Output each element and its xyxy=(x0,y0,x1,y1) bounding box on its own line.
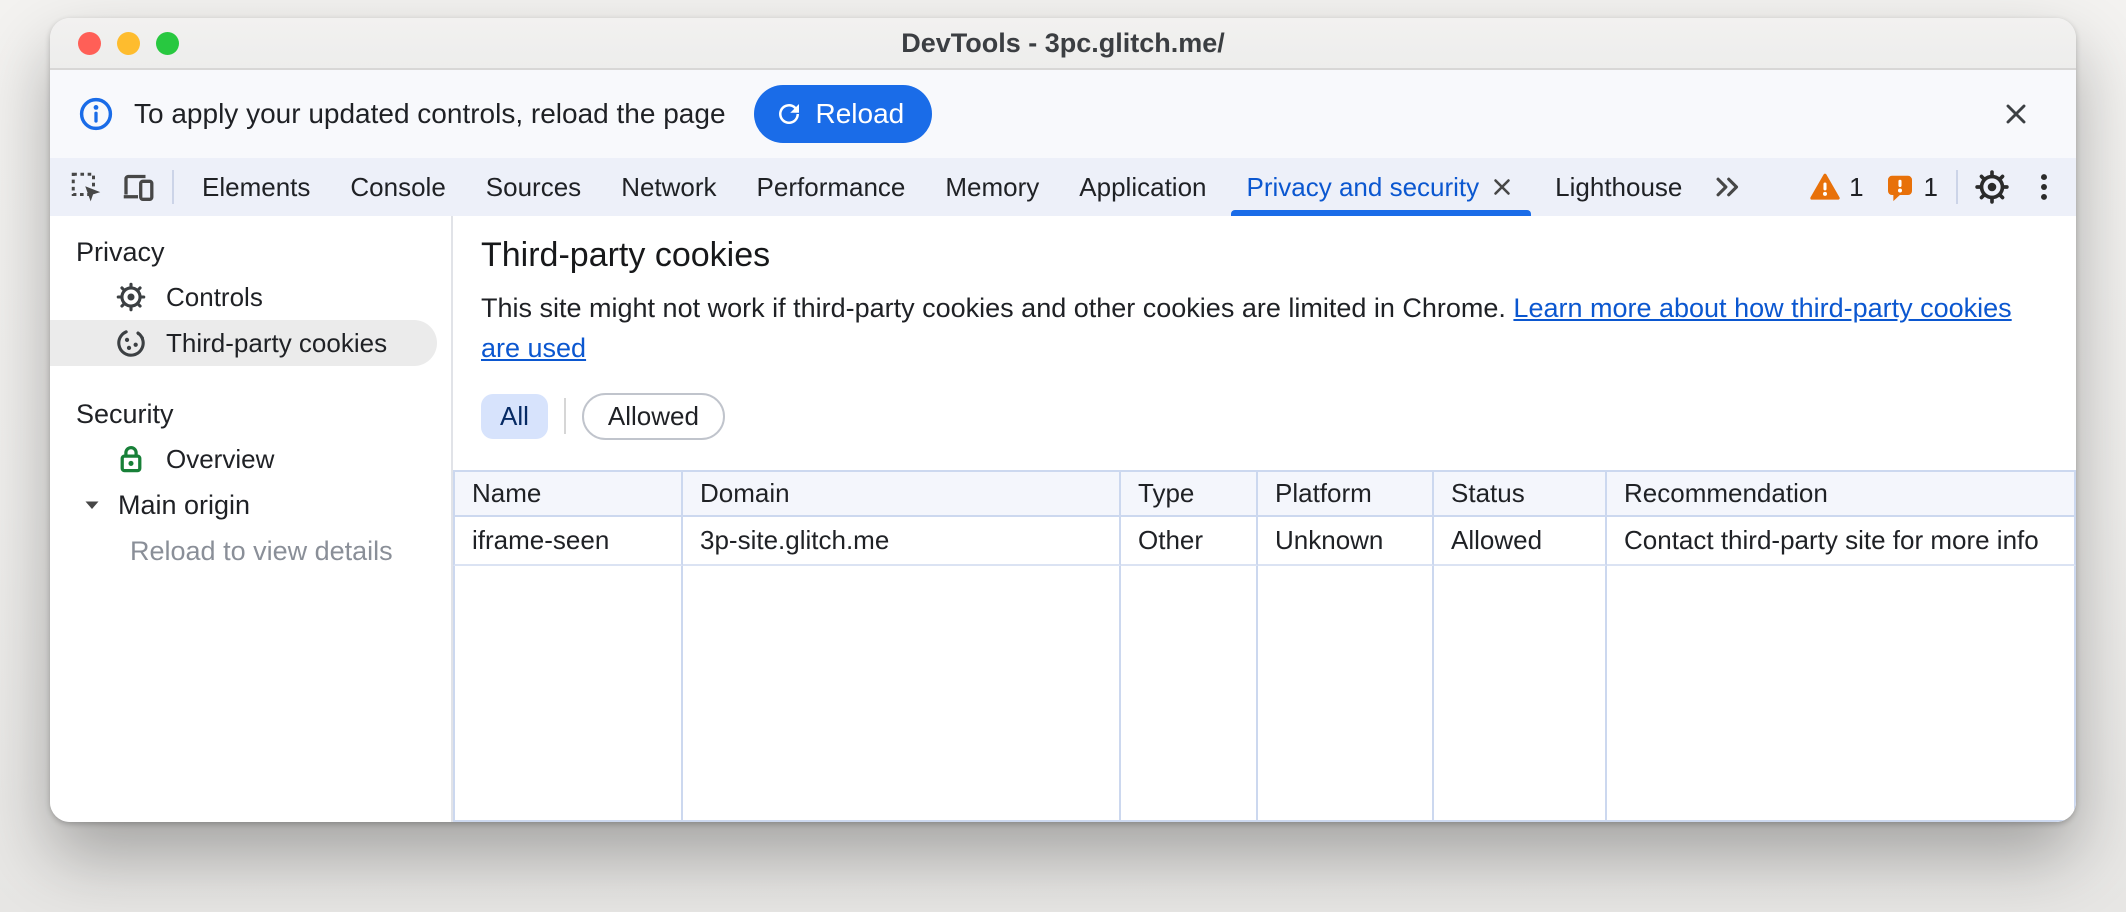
column-header-name: Name xyxy=(453,470,683,517)
sidebar-item-controls[interactable]: Controls xyxy=(50,274,451,320)
table-filler-cell xyxy=(1434,566,1607,822)
kebab-menu-icon xyxy=(2027,170,2061,204)
chip-divider xyxy=(564,398,566,434)
filter-chips: All Allowed xyxy=(481,392,2048,440)
table-filler-cell xyxy=(453,566,683,822)
reload-icon xyxy=(774,99,804,129)
tab-memory[interactable]: Memory xyxy=(925,158,1059,216)
privacy-sidebar: Privacy Controls Third-party cookies Sec… xyxy=(50,216,453,822)
table-cell-status[interactable]: Allowed xyxy=(1434,517,1607,566)
reload-to-view-details-note: Reload to view details xyxy=(50,528,451,574)
gear-icon xyxy=(1973,168,2011,206)
tab-lighthouse[interactable]: Lighthouse xyxy=(1535,158,1702,216)
warning-triangle-icon xyxy=(1809,171,1841,203)
device-toolbar-icon xyxy=(120,169,156,205)
expander-triangle-icon xyxy=(80,493,104,517)
description-text: This site might not work if third-party … xyxy=(481,293,1513,323)
devtools-window: DevTools - 3pc.glitch.me/ To apply your … xyxy=(50,18,2076,822)
tab-label: Lighthouse xyxy=(1555,172,1682,203)
column-header-status: Status xyxy=(1434,470,1607,517)
warnings-badge[interactable]: 1 xyxy=(1799,158,1873,216)
tab-sources[interactable]: Sources xyxy=(466,158,601,216)
reload-infobar: To apply your updated controls, reload t… xyxy=(50,70,2076,158)
sidebar-item-label: Controls xyxy=(166,282,263,313)
table-cell-name[interactable]: iframe-seen xyxy=(453,517,683,566)
table-filler-cell xyxy=(1121,566,1258,822)
minimize-window-button[interactable] xyxy=(117,32,140,55)
table-filler-cell xyxy=(1607,566,2076,822)
reload-button[interactable]: Reload xyxy=(754,85,933,143)
more-options-button[interactable] xyxy=(2018,158,2070,216)
zoom-window-button[interactable] xyxy=(156,32,179,55)
double-chevron-right-icon xyxy=(1711,170,1745,204)
sidebar-section-privacy: Privacy xyxy=(50,230,451,274)
table-cell-platform[interactable]: Unknown xyxy=(1258,517,1434,566)
warning-count: 1 xyxy=(1849,172,1863,203)
settings-button[interactable] xyxy=(1966,158,2018,216)
tab-label: Sources xyxy=(486,172,581,203)
filter-allowed-chip[interactable]: Allowed xyxy=(582,393,725,440)
cookies-table: Name Domain Type Platform Status Recomme… xyxy=(453,470,2076,822)
tab-performance[interactable]: Performance xyxy=(737,158,926,216)
tab-console[interactable]: Console xyxy=(330,158,465,216)
table-filler-cell xyxy=(1258,566,1434,822)
tab-network[interactable]: Network xyxy=(601,158,736,216)
sidebar-item-overview[interactable]: Overview xyxy=(50,436,451,482)
tab-privacy-and-security[interactable]: Privacy and security xyxy=(1227,158,1536,216)
tab-elements[interactable]: Elements xyxy=(182,158,330,216)
close-infobar-button[interactable] xyxy=(1996,94,2036,134)
lock-icon xyxy=(114,442,148,476)
traffic-lights xyxy=(78,18,179,68)
table-filler-cell xyxy=(683,566,1121,822)
issue-count: 1 xyxy=(1924,172,1938,203)
filter-all-chip[interactable]: All xyxy=(481,394,548,439)
more-tabs-button[interactable] xyxy=(1702,158,1754,216)
tab-label: Console xyxy=(350,172,445,203)
devtools-toolbar: Elements Console Sources Network Perform… xyxy=(50,158,2076,216)
sidebar-item-label: Third-party cookies xyxy=(166,328,387,359)
tab-label: Privacy and security xyxy=(1247,172,1480,203)
column-header-domain: Domain xyxy=(683,470,1121,517)
tab-application[interactable]: Application xyxy=(1059,158,1226,216)
sidebar-item-label: Overview xyxy=(166,444,274,475)
table-cell-domain[interactable]: 3p-site.glitch.me xyxy=(683,517,1121,566)
page-title: Third-party cookies xyxy=(481,234,2048,276)
close-window-button[interactable] xyxy=(78,32,101,55)
tab-label: Elements xyxy=(202,172,310,203)
inspect-element-button[interactable] xyxy=(60,158,112,216)
tab-label: Network xyxy=(621,172,716,203)
tab-label: Memory xyxy=(945,172,1039,203)
panel-content: Privacy Controls Third-party cookies Sec… xyxy=(50,216,2076,822)
cookie-icon xyxy=(114,326,148,360)
column-header-type: Type xyxy=(1121,470,1258,517)
sidebar-section-security: Security xyxy=(50,392,451,436)
toolbar-divider xyxy=(1956,170,1958,204)
third-party-cookies-panel: Third-party cookies This site might not … xyxy=(453,216,2076,822)
issues-badge[interactable]: 1 xyxy=(1874,158,1948,216)
infobar-message: To apply your updated controls, reload t… xyxy=(134,98,726,130)
device-toolbar-button[interactable] xyxy=(112,158,164,216)
toolbar-divider xyxy=(172,170,174,204)
sidebar-item-third-party-cookies[interactable]: Third-party cookies xyxy=(50,320,437,366)
sidebar-item-main-origin[interactable]: Main origin xyxy=(50,482,451,528)
table-cell-recommendation[interactable]: Contact third-party site for more info xyxy=(1607,517,2076,566)
sidebar-item-label: Main origin xyxy=(118,490,250,521)
close-tab-icon[interactable] xyxy=(1489,174,1515,200)
gear-icon xyxy=(114,280,148,314)
info-icon xyxy=(78,96,114,132)
table-cell-type[interactable]: Other xyxy=(1121,517,1258,566)
column-header-recommendation: Recommendation xyxy=(1607,470,2076,517)
tab-label: Performance xyxy=(757,172,906,203)
page-description: This site might not work if third-party … xyxy=(481,288,2048,368)
titlebar: DevTools - 3pc.glitch.me/ xyxy=(50,18,2076,70)
column-header-platform: Platform xyxy=(1258,470,1434,517)
issues-icon xyxy=(1884,171,1916,203)
reload-button-label: Reload xyxy=(816,98,905,130)
tab-label: Application xyxy=(1079,172,1206,203)
window-title: DevTools - 3pc.glitch.me/ xyxy=(901,28,1225,59)
inspect-cursor-icon xyxy=(68,169,104,205)
